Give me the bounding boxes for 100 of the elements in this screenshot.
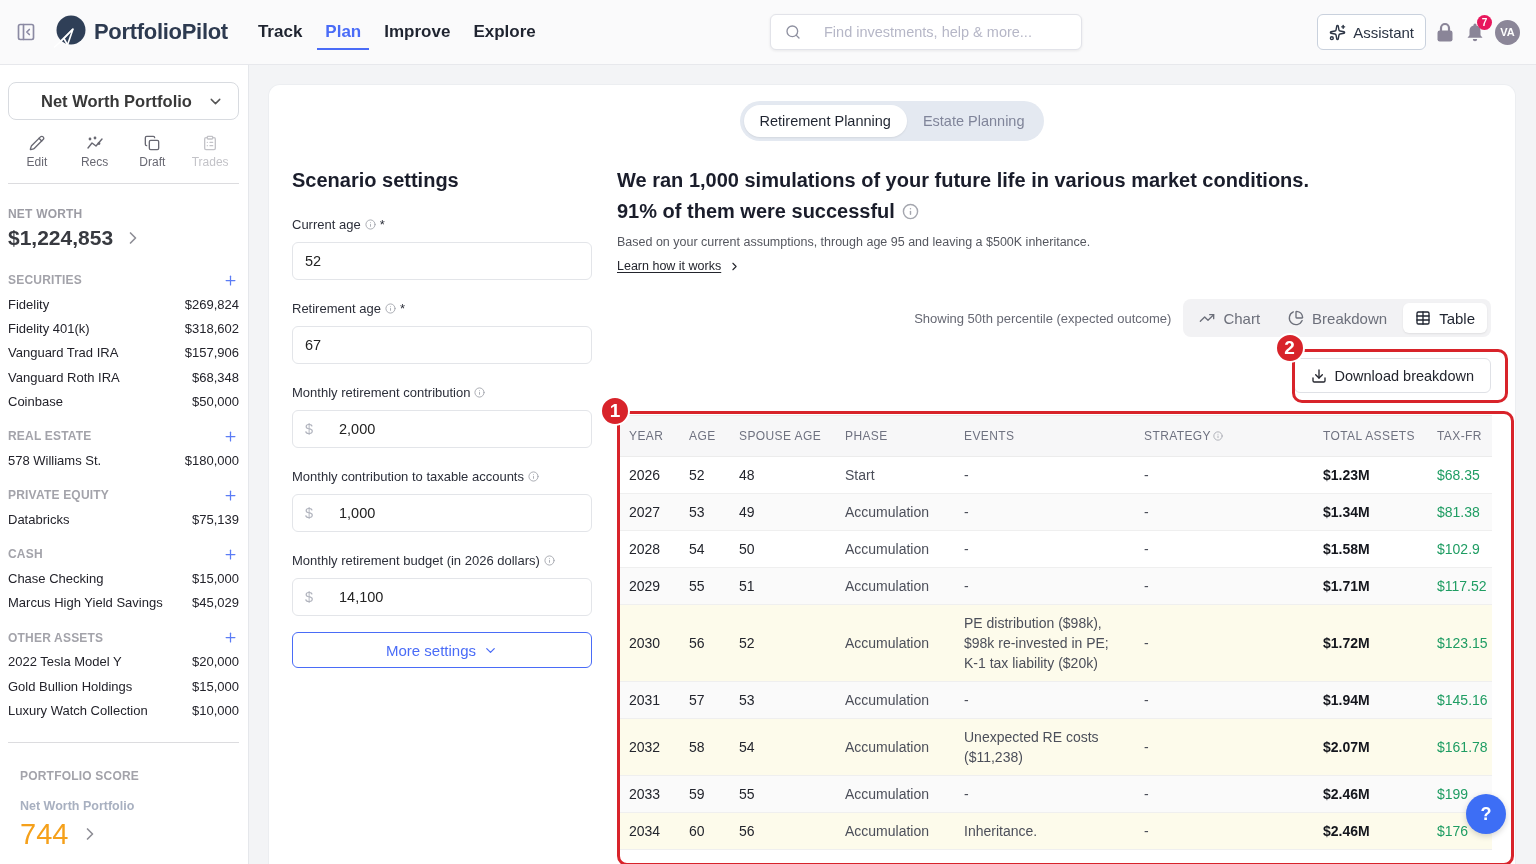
table-cell: 50 [727,530,833,567]
assumptions-note: Based on your current assumptions, through age 95 and leaving a $500K inheritance. [617,234,1092,251]
section-title: SECURITIES [8,273,82,287]
view-tab[interactable]: Table [1403,303,1487,333]
sparkles-icon [1329,23,1347,41]
currency-prefix: $ [305,420,314,438]
success-rate-text: 91% of them were successful [617,200,895,223]
account-name: Chase Checking [8,570,104,586]
brand-name: PortfolioPilot [94,19,228,45]
score-portfolio-name: Net Worth Portfolio [20,797,136,815]
download-button[interactable]: Download breakdown [1293,358,1491,393]
table-cell: - [952,775,1132,812]
account-value: $50,000 [192,394,239,410]
column-header: EVENTS [964,428,1015,443]
section-title: PRIVATE EQUITY [8,488,110,503]
table-cell: $123.15 [1425,604,1492,681]
table-cell: 58 [677,718,727,775]
table-cell: Unexpected RE costs ($11,238) [952,718,1132,775]
table-cell: 52 [677,456,727,493]
account-value: $75,139 [192,512,239,528]
action-button[interactable]: Recs [65,132,124,174]
table-cell: 53 [727,681,833,718]
add-icon[interactable] [223,487,238,503]
table-cell: 52 [727,604,833,681]
nav-tab[interactable]: Track [249,14,311,50]
score-value: 744 [20,816,69,851]
table-cell: $2.07M [1311,718,1425,775]
table-cell: $161.78 [1425,718,1492,775]
table-cell: 51 [727,567,833,604]
section-title: REAL ESTATE [8,429,92,444]
table-cell: - [952,567,1132,604]
table-cell: - [952,456,1132,493]
table-cell: 2030 [617,604,677,681]
sidebar-toggle-icon[interactable] [16,22,36,42]
column-header: AGE [689,428,716,443]
table-cell: 2033 [617,775,677,812]
portfolio-dropdown[interactable]: Net Worth Portfolio [8,82,239,120]
table-cell: 2029 [617,567,677,604]
currency-prefix: $ [305,504,314,522]
zigzag-line-icon [86,135,103,151]
table-cell: Accumulation [833,718,952,775]
pencil-icon [28,135,45,151]
search-icon [785,24,801,40]
table-cell: - [1132,775,1311,812]
table-cell: $1.94M [1311,681,1425,718]
assistant-button[interactable]: Assistant [1317,14,1426,50]
add-icon[interactable] [223,428,238,444]
table-cell: 2031 [617,681,677,718]
table-cell: - [1132,718,1311,775]
table-cell: Inheritance. [952,812,1132,849]
input-field[interactable]: 67 [292,326,592,364]
table-cell: 56 [727,812,833,849]
add-icon[interactable] [223,272,238,288]
nav-tab[interactable]: Explore [465,14,544,50]
lock-icon[interactable] [1436,22,1454,42]
search-field[interactable]: Find investments, help & more... [770,14,1082,50]
table-cell: 48 [727,456,833,493]
table-cell: Accumulation [833,567,952,604]
more-settings-button[interactable]: More settings [292,632,592,668]
table-cell: $117.52 [1425,567,1492,604]
user-avatar[interactable]: VA [1495,19,1520,45]
learn-link[interactable]: Learn how it works [617,257,742,275]
table-cell: $68.35 [1425,456,1492,493]
table-cell: - [952,530,1132,567]
table-cell: - [1132,493,1311,530]
table-cell: Start [833,456,952,493]
view-tab[interactable]: Breakdown [1276,303,1400,333]
nav-tab[interactable]: Improve [376,14,459,50]
table-cell: $1.71M [1311,567,1425,604]
account-value: $15,000 [192,570,239,586]
table-cell: Accumulation [833,493,952,530]
table-cell: 60 [677,812,727,849]
section-title: OTHER ASSETS [8,630,104,645]
table-cell: PE distribution ($98k), $98k re-invested in PE; K-1 tax liability ($20k) [952,604,1132,681]
account-name: Vanguard Roth IRA [8,369,120,385]
table-cell: 53 [677,493,727,530]
plan-tab[interactable]: Retirement Planning [743,105,907,137]
account-value: $157,906 [184,345,239,361]
account-value: $180,000 [184,453,239,469]
table-grid-icon [1415,310,1432,326]
column-header: YEAR [629,428,664,443]
annotation-number: 1 [600,396,630,426]
account-value: $10,000 [192,703,239,718]
view-tab[interactable]: Chart [1187,303,1273,333]
download-icon [1310,367,1327,384]
add-icon[interactable] [223,630,238,645]
account-value: $68,348 [192,369,239,385]
table-cell: 56 [677,604,727,681]
net-worth-label: NET WORTH [8,206,84,222]
account-name: 2022 Tesla Model Y [8,654,122,670]
table-cell: $145.16 [1425,681,1492,718]
action-button[interactable]: Edit [8,132,66,174]
nav-tab[interactable]: Plan [317,14,370,50]
table-cell: Accumulation [833,530,952,567]
section-heading: Scenario settings [292,168,460,193]
action-button[interactable]: Draft [123,132,182,174]
add-icon[interactable] [223,546,238,562]
info-icon [901,203,919,220]
input-field[interactable]: 52 [292,242,592,280]
bell-icon[interactable] [1466,22,1484,42]
